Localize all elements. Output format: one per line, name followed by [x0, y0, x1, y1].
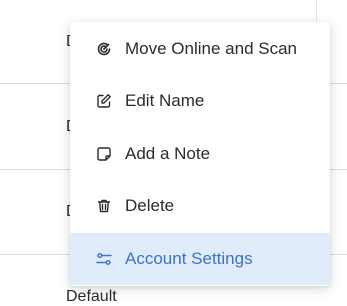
menu-item-label: Move Online and Scan: [125, 39, 297, 58]
settings-sliders-icon: [96, 251, 112, 267]
menu-item-label: Delete: [125, 196, 175, 215]
menu-item-label: Add a Note: [125, 144, 211, 163]
menu-item-label: Edit Name: [125, 91, 205, 110]
menu-item-account-settings[interactable]: Account Settings: [70, 233, 330, 285]
row-name: Default: [66, 288, 117, 305]
trash-icon: [96, 198, 112, 214]
menu-item-delete[interactable]: Delete: [70, 180, 330, 232]
menu-item-move-online-and-scan[interactable]: Move Online and Scan: [70, 23, 330, 75]
note-icon: [96, 146, 112, 162]
context-menu: Move Online and Scan Edit Name Add a Not…: [70, 22, 330, 286]
menu-item-add-a-note[interactable]: Add a Note: [70, 128, 330, 180]
edit-icon: [96, 93, 112, 109]
menu-item-label: Account Settings: [125, 249, 253, 268]
sync-scan-icon: [96, 41, 112, 57]
menu-item-edit-name[interactable]: Edit Name: [70, 75, 330, 127]
